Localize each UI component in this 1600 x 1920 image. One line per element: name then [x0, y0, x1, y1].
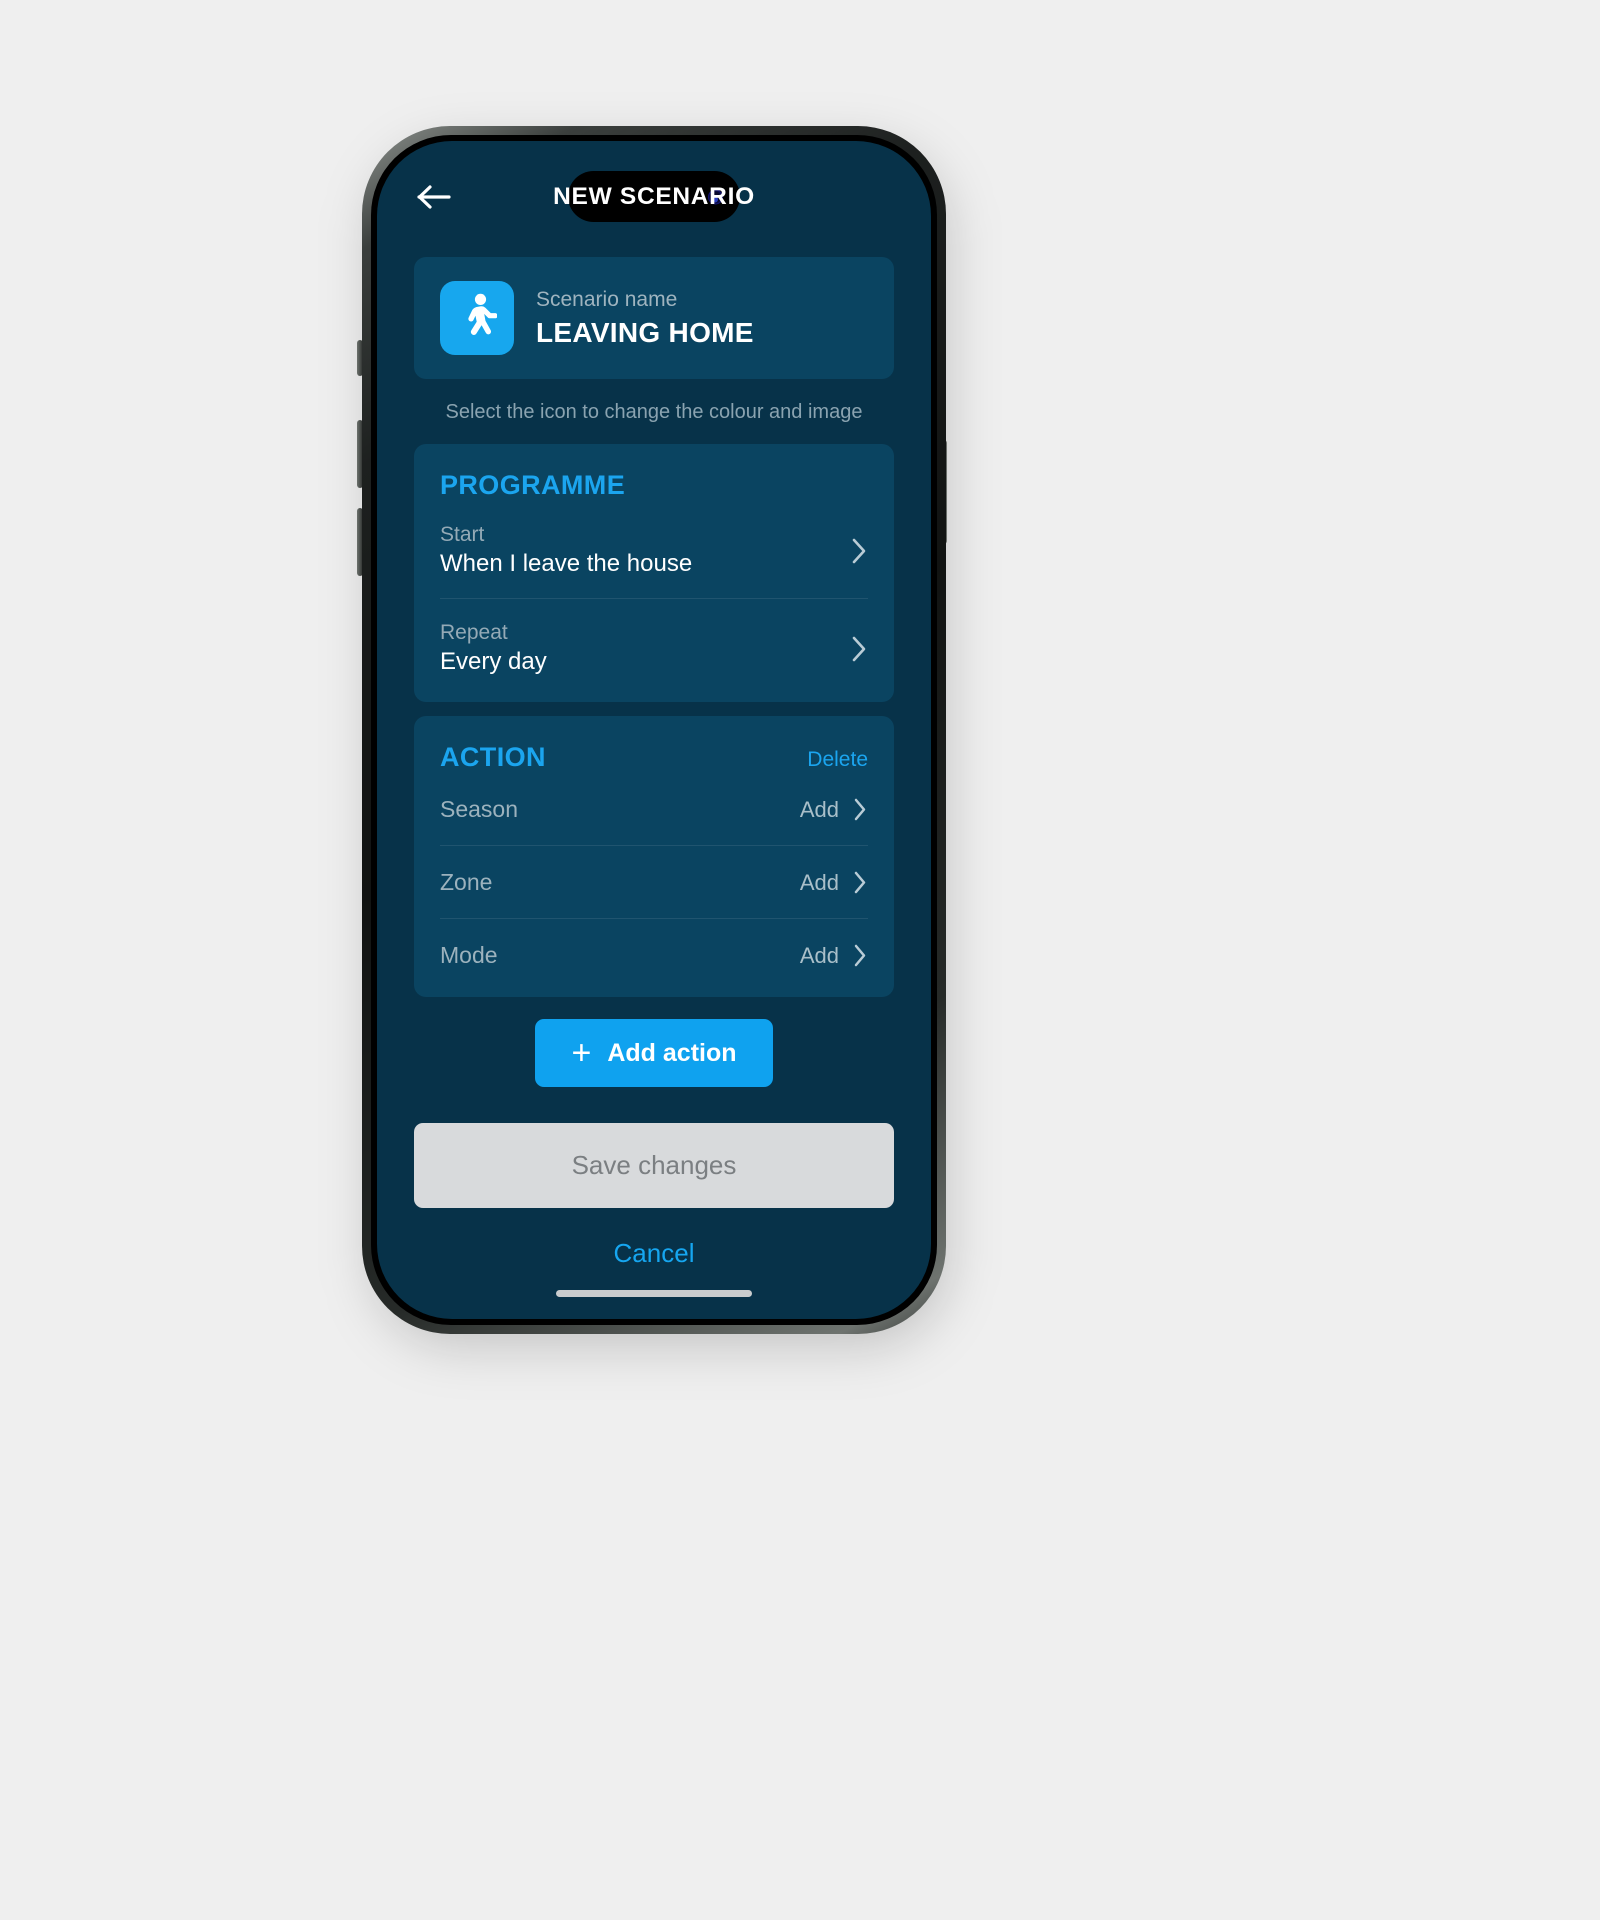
action-row-season[interactable]: Season Add: [440, 773, 868, 846]
chevron-right-icon: [851, 635, 868, 663]
programme-start-value: When I leave the house: [440, 550, 693, 577]
action-title: ACTION: [440, 742, 546, 772]
programme-row-repeat[interactable]: Repeat Every day: [440, 599, 868, 696]
programme-row-texts: Start When I leave the house: [440, 523, 692, 578]
programme-header: PROGRAMME: [440, 470, 868, 501]
action-mode-add-label: Add: [799, 942, 839, 968]
scenario-name-fields: Scenario name LEAVING HOME: [536, 287, 754, 349]
plus-icon: +: [571, 1034, 592, 1072]
arrow-left-icon: [417, 184, 451, 210]
action-season-control[interactable]: Add: [800, 797, 868, 823]
back-button[interactable]: [413, 176, 455, 218]
programme-row-start[interactable]: Start When I leave the house: [440, 501, 868, 599]
programme-title: PROGRAMME: [440, 470, 626, 500]
programme-repeat-label: Repeat: [440, 621, 508, 644]
app-root: NEW SCENARIO Scenario name LEAVING HOME …: [377, 141, 931, 1319]
action-mode-control[interactable]: Add: [800, 943, 868, 969]
scenario-icon-tile[interactable]: [440, 281, 514, 355]
scenario-name-value[interactable]: LEAVING HOME: [536, 317, 754, 349]
delete-action-link[interactable]: Delete: [807, 748, 868, 772]
chevron-right-icon: [853, 943, 868, 968]
action-row-zone[interactable]: Zone Add: [440, 846, 868, 919]
chevron-right-icon: [851, 537, 868, 565]
action-header: ACTION Delete: [440, 742, 868, 773]
add-action-row: + Add action: [414, 1019, 894, 1087]
chevron-right-icon: [853, 797, 868, 822]
walking-person-icon: [457, 293, 498, 344]
screenshot-stage: NEW SCENARIO Scenario name LEAVING HOME …: [0, 0, 1600, 1920]
action-mode-label: Mode: [440, 942, 498, 968]
add-action-label: Add action: [607, 1038, 737, 1067]
save-changes-button[interactable]: Save changes: [414, 1123, 894, 1208]
action-zone-add-label: Add: [799, 869, 839, 895]
phone-bezel: NEW SCENARIO Scenario name LEAVING HOME …: [371, 135, 937, 1325]
action-season-label: Season: [440, 796, 519, 822]
programme-row-texts: Repeat Every day: [440, 621, 547, 676]
programme-start-label: Start: [440, 523, 485, 546]
action-section: ACTION Delete Season Add Zone Add Mode A…: [414, 716, 894, 997]
page-title: NEW SCENARIO: [553, 183, 755, 210]
phone-frame: NEW SCENARIO Scenario name LEAVING HOME …: [362, 126, 946, 1334]
chevron-right-icon: [853, 870, 868, 895]
action-zone-label: Zone: [440, 869, 493, 895]
action-row-mode[interactable]: Mode Add: [440, 919, 868, 991]
cancel-button[interactable]: Cancel: [414, 1208, 894, 1269]
home-indicator[interactable]: [556, 1290, 752, 1297]
add-action-button[interactable]: + Add action: [535, 1019, 773, 1087]
scenario-name-card[interactable]: Scenario name LEAVING HOME: [414, 257, 894, 379]
phone-screen: NEW SCENARIO Scenario name LEAVING HOME …: [377, 141, 931, 1319]
scroll-content: Scenario name LEAVING HOME Select the ic…: [387, 257, 921, 1269]
action-season-add-label: Add: [799, 796, 839, 822]
programme-section: PROGRAMME Start When I leave the house R…: [414, 444, 894, 702]
action-zone-control[interactable]: Add: [800, 870, 868, 896]
programme-repeat-value: Every day: [440, 648, 547, 675]
icon-change-hint: Select the icon to change the colour and…: [445, 401, 863, 423]
scenario-name-label: Scenario name: [536, 287, 678, 311]
navigation-bar: NEW SCENARIO: [387, 141, 921, 253]
